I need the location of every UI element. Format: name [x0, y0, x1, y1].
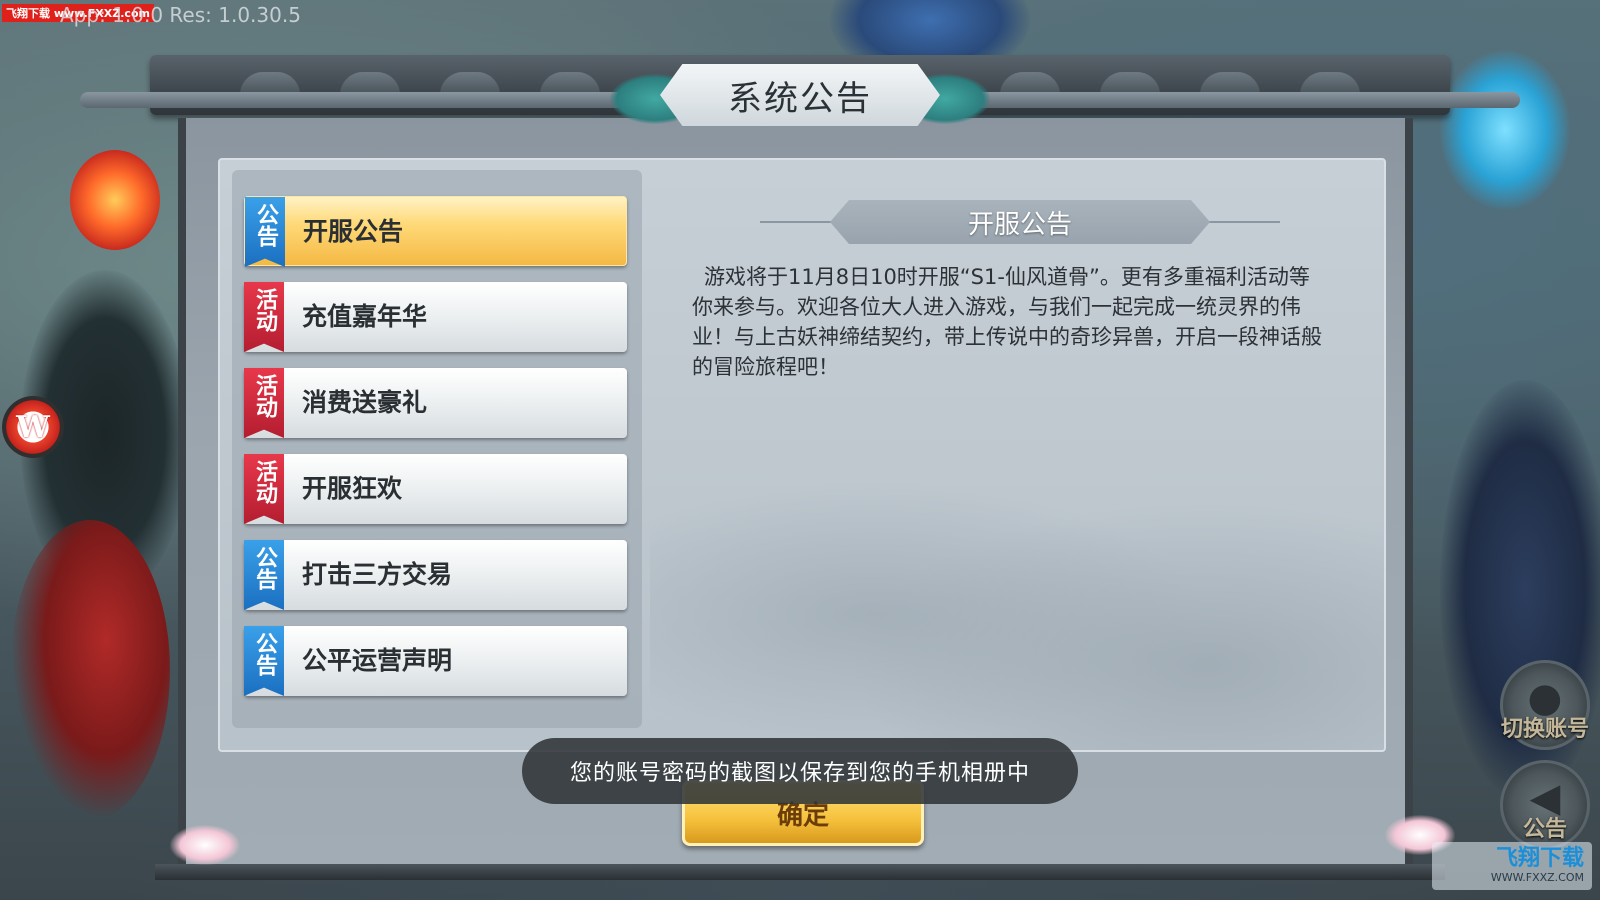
background-flame-left — [70, 150, 160, 250]
background-ribbon — [10, 520, 170, 820]
frame-base — [155, 864, 1445, 880]
event-tag: 活动 — [244, 454, 284, 524]
article-body: 游戏将于11月8日10时开服“S1-仙风道骨”。更有多重福利活动等你来参与。欢迎… — [692, 265, 1322, 379]
notice-side-button[interactable]: ◀ 公告 — [1500, 760, 1590, 850]
list-item-anti-third-party[interactable]: 公告 打击三方交易 — [244, 540, 627, 610]
notice-tag: 公告 — [244, 540, 284, 610]
notice-tag: 公告 — [245, 197, 285, 267]
list-item-label: 打击三方交易 — [302, 560, 453, 589]
list-item-label: 开服公告 — [303, 217, 404, 246]
switch-account-button[interactable]: ● 切换账号 — [1500, 660, 1590, 750]
list-item-label: 开服狂欢 — [302, 474, 403, 503]
background-flame-right — [1440, 50, 1570, 210]
lotus-decoration-left — [170, 825, 240, 865]
list-item-fair-operation[interactable]: 公告 公平运营声明 — [244, 626, 627, 696]
watermark-brand: 飞翔下载 — [1495, 846, 1584, 871]
article-header: 开服公告 — [760, 200, 1280, 244]
dialog-title: 系统公告 — [728, 78, 872, 119]
header-divider-left — [760, 221, 840, 223]
w-logo-icon[interactable]: W — [2, 396, 64, 458]
list-item-launch-carnival[interactable]: 活动 开服狂欢 — [244, 454, 627, 524]
list-item-label: 充值嘉年华 — [302, 302, 428, 331]
event-tag: 活动 — [244, 368, 284, 438]
title-plaque: 系统公告 — [610, 58, 990, 134]
list-item-server-launch[interactable]: 公告 开服公告 — [244, 196, 627, 267]
toast-text: 您的账号密码的截图以保存到您的手机相册中 — [569, 761, 1030, 786]
article-title-band: 开服公告 — [830, 200, 1210, 244]
game-screen: 飞翔下载 www.FXXZ.com App: 1.0.0 Res: 1.0.30… — [0, 0, 1600, 900]
announcement-list: 公告 开服公告 活动 充值嘉年华 活动 消费送豪礼 活动 开服狂欢 公告 打击三… — [232, 170, 642, 728]
list-item-spending-gift[interactable]: 活动 消费送豪礼 — [244, 368, 627, 438]
w-logo-glyph: W — [16, 409, 50, 445]
panel-mountain-backdrop — [650, 410, 1384, 750]
megaphone-icon: ◀ — [1529, 775, 1561, 821]
user-icon: ● — [1527, 675, 1563, 721]
toast-message: 您的账号密码的截图以保存到您的手机相册中 — [522, 738, 1078, 804]
watermark-bottom: 飞翔下载 WWW.FXXZ.COM — [1432, 842, 1592, 890]
list-item-recharge-carnival[interactable]: 活动 充值嘉年华 — [244, 282, 627, 352]
notice-tag: 公告 — [244, 626, 284, 696]
event-tag: 活动 — [244, 282, 284, 352]
header-divider-right — [1200, 221, 1280, 223]
version-text: App: 1.0.0 Res: 1.0.30.5 — [60, 3, 301, 27]
list-item-label: 消费送豪礼 — [302, 388, 428, 417]
list-item-label: 公平运营声明 — [302, 646, 453, 675]
watermark-url: WWW.FXXZ.COM — [1490, 871, 1584, 884]
title-plate: 系统公告 — [660, 64, 940, 126]
content-panel: 公告 开服公告 活动 充值嘉年华 活动 消费送豪礼 活动 开服狂欢 公告 打击三… — [218, 158, 1386, 752]
article-title: 开服公告 — [967, 209, 1072, 240]
